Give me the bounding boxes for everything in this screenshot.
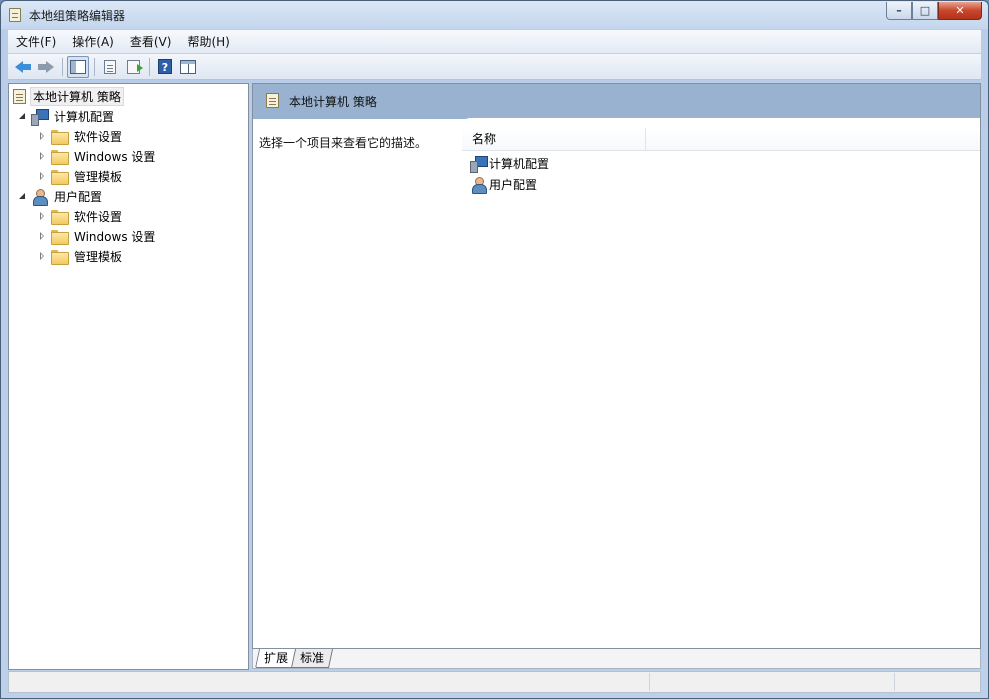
list-item-computer-config[interactable]: 计算机配置 (470, 153, 549, 173)
folder-icon (51, 249, 69, 265)
policy-icon (13, 88, 26, 104)
policy-icon (266, 93, 279, 108)
properties-page-icon (104, 59, 116, 74)
view-tabs: 扩展 标准 (252, 649, 981, 669)
tree-item-label: 软件设置 (74, 209, 123, 224)
list-column-header: 名称 (462, 128, 980, 151)
tree-item-label: 用户配置 (54, 189, 103, 204)
folder-icon (51, 169, 69, 185)
computer-icon (31, 108, 49, 126)
toolbar-separator (62, 57, 63, 76)
help-button[interactable]: ? (154, 56, 176, 78)
menu-action[interactable]: 操作(A) (64, 31, 122, 53)
minimize-button[interactable]: – (886, 2, 912, 20)
action-pane-button[interactable] (177, 56, 199, 78)
computer-icon (470, 155, 488, 173)
export-list-icon (126, 59, 143, 74)
folder-icon (51, 209, 69, 225)
tree-item-user-admin-templates[interactable]: 管理模板 (39, 246, 125, 266)
forward-arrow-icon (38, 60, 54, 73)
list-item-label: 用户配置 (489, 177, 538, 192)
tree-item-computer-admin-templates[interactable]: 管理模板 (39, 166, 125, 186)
column-name-header[interactable]: 名称 (462, 128, 646, 150)
menu-help[interactable]: 帮助(H) (179, 31, 237, 53)
folder-icon (51, 229, 69, 245)
close-button[interactable]: ✕ (938, 2, 982, 20)
tree-item-computer-config[interactable]: 计算机配置 (19, 106, 117, 126)
tree-item-label: Windows 设置 (74, 149, 156, 164)
user-icon (470, 176, 487, 194)
window-controls: – □ ✕ (886, 2, 982, 21)
expand-arrow-icon[interactable] (39, 132, 47, 140)
policy-editor-app-icon[interactable] (9, 8, 21, 22)
show-hide-console-tree-button[interactable] (67, 55, 89, 78)
collapse-arrow-icon[interactable] (19, 192, 27, 200)
tree-item-label: 管理模板 (74, 169, 123, 184)
expand-arrow-icon[interactable] (39, 172, 47, 180)
back-arrow-icon (15, 60, 31, 73)
expand-arrow-icon[interactable] (39, 152, 47, 160)
list-item-user-config[interactable]: 用户配置 (470, 174, 537, 194)
expand-arrow-icon[interactable] (39, 232, 47, 240)
tab-standard[interactable]: 标准 (290, 649, 334, 668)
menu-file[interactable]: 文件(F) (8, 31, 64, 53)
list-item-label: 计算机配置 (489, 156, 550, 171)
details-title: 本地计算机 策略 (289, 95, 377, 109)
tree-item-user-windows[interactable]: Windows 设置 (39, 226, 158, 246)
tree-item-label: 计算机配置 (54, 109, 115, 124)
tree-item-label: 管理模板 (74, 249, 123, 264)
items-list[interactable]: 名称 计算机配置 用户配置 (462, 118, 980, 648)
title-bar[interactable]: 本地组策略编辑器 – □ ✕ (1, 1, 988, 29)
forward-button[interactable] (35, 56, 57, 78)
toolbar-separator (94, 57, 95, 76)
tree-item-user-config[interactable]: 用户配置 (19, 186, 105, 206)
app-window: 本地组策略编辑器 – □ ✕ 文件(F) 操作(A) 查看(V) 帮助(H) ?… (0, 0, 989, 699)
tree-item-user-software[interactable]: 软件设置 (39, 206, 125, 226)
details-header: 本地计算机 策略 (253, 84, 980, 119)
menu-view[interactable]: 查看(V) (122, 31, 180, 53)
properties-button[interactable] (99, 56, 121, 78)
show-hide-console-tree-icon (70, 59, 86, 74)
tree-item-root[interactable]: 本地计算机 策略 (13, 86, 124, 106)
toolbar-separator (149, 57, 150, 76)
details-pane: 本地计算机 策略 选择一个项目来查看它的描述。 名称 计算机配置 用户配置 (252, 83, 981, 649)
status-segment (649, 673, 650, 691)
tree-item-label: Windows 设置 (74, 229, 156, 244)
tree-item-computer-windows[interactable]: Windows 设置 (39, 146, 158, 166)
tree-item-computer-software[interactable]: 软件设置 (39, 126, 125, 146)
status-bar (8, 671, 981, 693)
export-list-button[interactable] (122, 56, 144, 78)
collapse-arrow-icon[interactable] (19, 112, 27, 120)
window-title: 本地组策略编辑器 (29, 9, 126, 23)
user-icon (31, 188, 48, 206)
help-icon: ? (158, 59, 172, 74)
back-button[interactable] (12, 56, 34, 78)
tree-item-label: 本地计算机 策略 (30, 86, 124, 106)
expand-arrow-icon[interactable] (39, 252, 47, 260)
action-pane-icon (180, 59, 196, 74)
tab-label: 标准 (300, 651, 325, 665)
expand-arrow-icon[interactable] (39, 212, 47, 220)
tree-item-label: 软件设置 (74, 129, 123, 144)
folder-icon (51, 129, 69, 145)
menu-bar: 文件(F) 操作(A) 查看(V) 帮助(H) (8, 30, 981, 54)
console-tree[interactable]: 本地计算机 策略 计算机配置 软件设置 Windows 设置 管理模板 用户配置 (8, 83, 249, 670)
status-segment (894, 673, 895, 691)
item-description: 选择一个项目来查看它的描述。 (259, 136, 428, 150)
maximize-button[interactable]: □ (912, 2, 938, 20)
toolbar: ? (8, 54, 981, 80)
tab-label: 扩展 (264, 651, 289, 665)
folder-icon (51, 149, 69, 165)
